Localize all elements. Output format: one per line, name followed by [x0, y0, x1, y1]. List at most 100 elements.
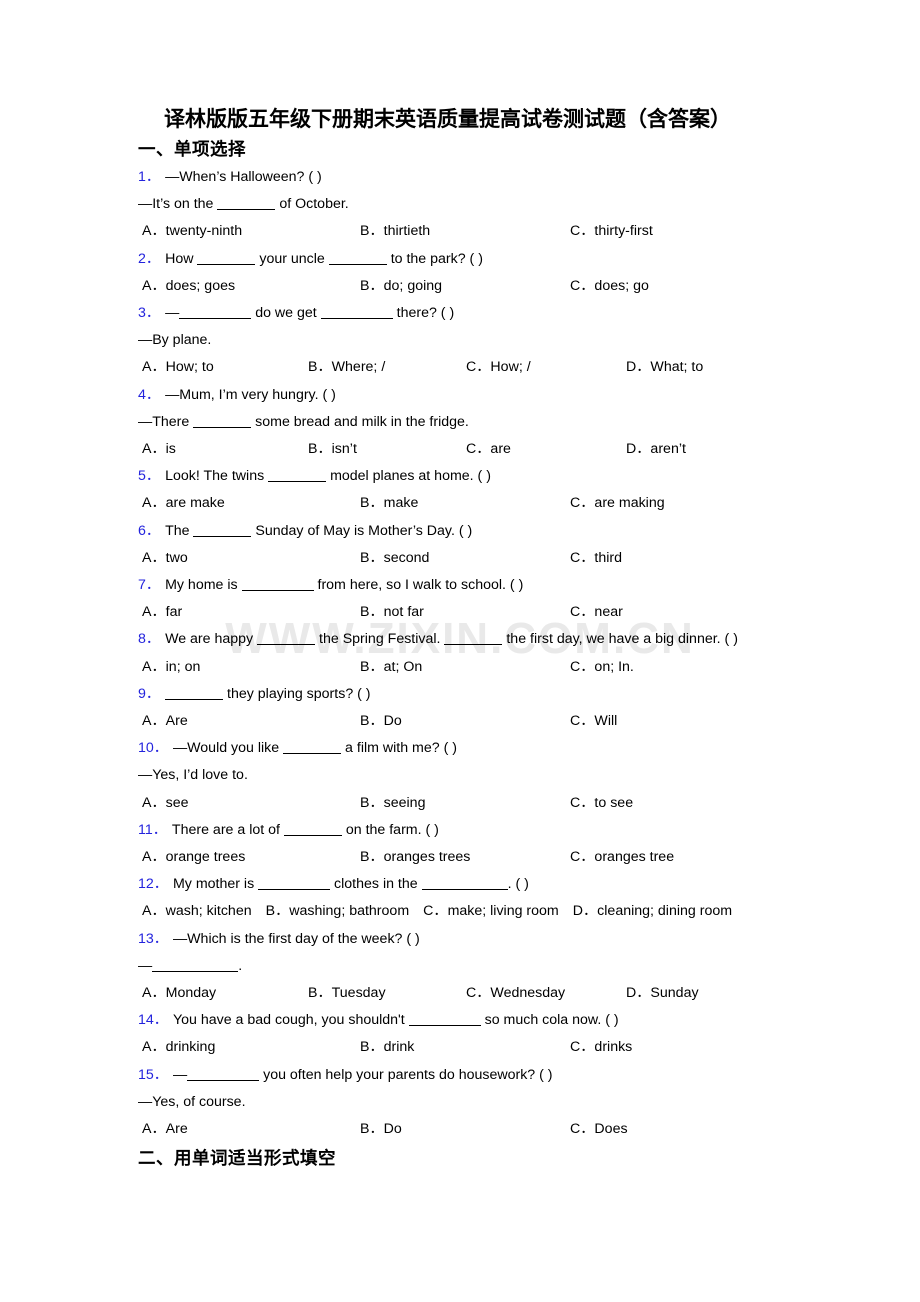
option-choice[interactable]: C．third	[570, 545, 622, 572]
option-choice[interactable]: A．twenty-ninth	[142, 218, 242, 245]
option-row: A．Are B．Do C．Will	[138, 708, 792, 735]
option-choice[interactable]: A．are make	[142, 490, 225, 517]
option-row: A．orange trees B．oranges trees C．oranges t…	[138, 844, 792, 871]
option-choice[interactable]: B．make	[360, 490, 418, 517]
question-block: 5． Look! The twins model planes at home. …	[138, 463, 792, 517]
question-list: 1． —When’s Halloween? ( ) —It’s on the of …	[138, 164, 792, 1143]
question-stem: 1． —When’s Halloween? ( )	[138, 164, 792, 191]
option-choice[interactable]: B．do; going	[360, 273, 442, 300]
question-stem-text: You have a bad cough, you shouldn't so m…	[172, 1012, 619, 1029]
option-choice[interactable]: C．are	[466, 436, 511, 463]
option-choice[interactable]: B．drink	[360, 1034, 414, 1061]
option-choice[interactable]: C．to see	[570, 790, 633, 817]
question-stem: 12． My mother is clothes in the . ( )	[138, 871, 792, 898]
question-block: 7． My home is from here, so I walk to sch…	[138, 572, 792, 626]
option-choice[interactable]: C．near	[570, 599, 623, 626]
option-choice[interactable]: A．drinking	[142, 1034, 215, 1061]
option-choice[interactable]: B．oranges trees	[360, 844, 470, 871]
question-stem-text: There are a lot of on the farm. ( )	[171, 821, 439, 838]
option-choice[interactable]: A．in; on	[142, 654, 200, 681]
question-stem: 15． — you often help your parents do hous…	[138, 1062, 792, 1089]
question-number: 10．	[138, 740, 168, 757]
question-stem-text: How your uncle to the park? ( )	[165, 250, 483, 267]
answer-blank	[283, 741, 342, 755]
option-choice[interactable]: A．does; goes	[142, 273, 235, 300]
option-choice[interactable]: A．far	[142, 599, 182, 626]
option-choice[interactable]: D．What; to	[626, 354, 703, 381]
option-choice[interactable]: C．thirty-first	[570, 218, 653, 245]
answer-blank	[179, 306, 252, 319]
option-choice[interactable]: B．washing; bathroom	[266, 903, 410, 919]
question-stem: 11． There are a lot of on the farm. ( )	[138, 817, 792, 844]
option-row: A．are make B．make C．are making	[138, 490, 792, 517]
option-choice[interactable]: A．is	[142, 436, 176, 463]
question-stem: 2． How your uncle to the park? ( )	[138, 246, 792, 273]
question-block: 10． —Would you like a film with me? ( ) —Y…	[138, 735, 792, 817]
answer-blank	[268, 469, 327, 483]
option-choice[interactable]: B．isn’t	[308, 436, 357, 463]
question-stem: 10． —Would you like a film with me? ( )	[138, 735, 792, 762]
option-choice[interactable]: A．see	[142, 790, 189, 817]
option-choice[interactable]: A．Are	[142, 708, 188, 735]
question-stem-line: —Yes, I’d love to.	[138, 767, 248, 784]
option-row: A．in; on B．at; On C．on; In.	[138, 654, 792, 681]
option-choice[interactable]: A．two	[142, 545, 188, 572]
question-number: 6．	[138, 522, 161, 539]
option-choice[interactable]: C．make; living room	[423, 903, 559, 919]
option-choice[interactable]: A．Are	[142, 1116, 188, 1143]
option-choice[interactable]: A．wash; kitchen	[142, 903, 252, 919]
option-choice[interactable]: B．thirtieth	[360, 218, 430, 245]
question-number: 11．	[138, 821, 167, 838]
option-choice[interactable]: A．orange trees	[142, 844, 245, 871]
option-choice[interactable]: C．oranges tree	[570, 844, 674, 871]
question-block: 2． How your uncle to the park? ( ) A．does;…	[138, 246, 792, 300]
option-row: A．Monday B．Tuesday C．Wednesday D．Sunday	[138, 980, 792, 1007]
option-choice[interactable]: B．Where; /	[308, 354, 385, 381]
question-block: 8． We are happy the Spring Festival. the …	[138, 626, 792, 680]
option-choice[interactable]: C．does; go	[570, 273, 649, 300]
option-choice[interactable]: C．on; In.	[570, 654, 634, 681]
question-block: 12． My mother is clothes in the . ( ) A．wa…	[138, 871, 792, 925]
question-stem: 7． My home is from here, so I walk to sch…	[138, 572, 792, 599]
option-choice[interactable]: D．cleaning; dining room	[573, 903, 732, 919]
option-row: A．drinking B．drink C．drinks	[138, 1034, 792, 1061]
option-choice[interactable]: C．are making	[570, 490, 665, 517]
section-heading-2: 二、用单词适当形式填空	[138, 1148, 336, 1169]
question-stem-line: —.	[138, 957, 243, 974]
option-choice[interactable]: B．Do	[360, 708, 402, 735]
option-choice[interactable]: B．Tuesday	[308, 980, 386, 1007]
page-title: 译林版版五年级下册期末英语质量提高试卷测试题（含答案）	[164, 107, 731, 131]
question-number: 3．	[138, 304, 161, 321]
question-stem-text: My mother is clothes in the . ( )	[172, 876, 529, 893]
option-choice[interactable]: B．second	[360, 545, 429, 572]
option-choice[interactable]: C．Will	[570, 708, 617, 735]
option-row: A．How; to B．Where; / C．How; / D．What; to	[138, 354, 792, 381]
option-choice[interactable]: A．How; to	[142, 354, 214, 381]
option-choice[interactable]: B．not far	[360, 599, 424, 626]
option-choice[interactable]: C．Wednesday	[466, 980, 565, 1007]
option-choice[interactable]: D．aren’t	[626, 436, 686, 463]
question-number: 2．	[138, 250, 161, 267]
question-stem-text: —When’s Halloween? ( )	[165, 169, 322, 185]
option-choice[interactable]: C．drinks	[570, 1034, 632, 1061]
question-block: 9． they playing sports? ( ) A．Are B．Do C．Wi…	[138, 681, 792, 735]
question-stem-line: —It’s on the of October.	[138, 196, 349, 213]
option-choice[interactable]: A．Monday	[142, 980, 216, 1007]
option-choice[interactable]: D．Sunday	[626, 980, 699, 1007]
option-choice[interactable]: B．Do	[360, 1116, 402, 1143]
option-row: A．see B．seeing C．to see	[138, 790, 792, 817]
answer-blank	[258, 877, 331, 891]
option-choice[interactable]: C．Does	[570, 1116, 628, 1143]
option-choice[interactable]: C．How; /	[466, 354, 531, 381]
answer-blank	[320, 306, 393, 319]
option-choice[interactable]: B．at; On	[360, 654, 422, 681]
question-stem: 9． they playing sports? ( )	[138, 681, 792, 708]
answer-blank	[408, 1013, 481, 1027]
option-choice[interactable]: B．seeing	[360, 790, 425, 817]
question-stem-line: —Yes, of course.	[138, 1093, 246, 1110]
answer-blank	[165, 687, 224, 700]
answer-blank	[241, 578, 314, 591]
question-number: 4．	[138, 386, 161, 403]
answer-blank	[217, 197, 276, 211]
option-row: A．far B．not far C．near	[138, 599, 792, 626]
